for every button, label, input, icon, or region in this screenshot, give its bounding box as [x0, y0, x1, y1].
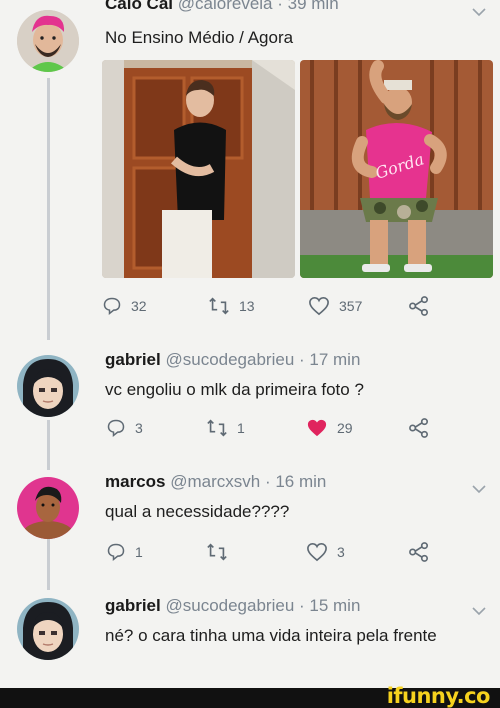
tweet-text: qual a necessidade???? — [105, 502, 290, 521]
display-name[interactable]: marcos — [105, 472, 165, 491]
heart-icon — [307, 542, 327, 562]
timestamp[interactable]: 15 min — [309, 596, 360, 615]
share-icon — [409, 542, 428, 562]
timestamp[interactable]: 17 min — [309, 350, 360, 369]
reply-icon — [103, 297, 121, 316]
reply-count: 3 — [135, 420, 143, 436]
reply-tweet[interactable]: marcos @marcxsvh · 16 min qual a necessi… — [0, 462, 500, 580]
retweet-icon — [207, 419, 227, 437]
reply-count: 1 — [135, 544, 143, 560]
share-icon — [409, 296, 428, 316]
avatar[interactable] — [17, 598, 79, 660]
tweet-text: né? o cara tinha uma vida inteira pela f… — [105, 626, 437, 645]
chevron-down-icon[interactable] — [472, 604, 486, 618]
reply-button[interactable]: 3 — [106, 418, 143, 438]
retweet-icon — [209, 297, 229, 315]
share-button[interactable] — [408, 418, 430, 438]
separator: · — [294, 596, 310, 615]
tweet-text: vc engoliu o mlk da primeira foto ? — [105, 380, 364, 399]
reply-tweet[interactable]: gabriel @sucodegabrieu · 17 min vc engol… — [0, 340, 500, 458]
like-button[interactable]: 29 — [306, 418, 353, 438]
like-button[interactable]: 357 — [308, 296, 362, 316]
tweet-header: Caio Cal @caiorevela · 39 min — [105, 0, 339, 14]
watermark-logo: ifunny.co — [386, 684, 491, 708]
separator: · — [272, 0, 288, 13]
tweet-header: gabriel @sucodegabrieu · 17 min — [105, 350, 360, 370]
tweet-actions: 1 3 — [0, 542, 500, 566]
photo-left[interactable] — [102, 60, 295, 278]
separator: · — [260, 472, 276, 491]
retweet-count: 13 — [239, 298, 255, 314]
username[interactable]: @marcxsvh — [170, 472, 260, 491]
avatar[interactable] — [17, 10, 79, 72]
retweet-button[interactable]: 1 — [206, 418, 245, 438]
tweet-text: No Ensino Médio / Agora — [105, 28, 294, 47]
reply-button[interactable]: 1 — [106, 542, 143, 562]
retweet-button[interactable]: 13 — [208, 296, 255, 316]
reply-tweet[interactable]: gabriel @sucodegabrieu · 15 min né? o ca… — [0, 588, 500, 688]
username[interactable]: @caiorevela — [178, 0, 273, 13]
tweet-actions: 3 1 29 — [0, 418, 500, 442]
display-name[interactable]: gabriel — [105, 350, 161, 369]
like-button[interactable]: 3 — [306, 542, 345, 562]
tweet-main[interactable]: Caio Cal @caiorevela · 39 min No Ensino … — [0, 0, 500, 335]
timestamp[interactable]: 39 min — [288, 0, 339, 13]
avatar[interactable] — [17, 477, 79, 539]
display-name[interactable]: Caio Cal — [105, 0, 173, 13]
chevron-down-icon[interactable] — [472, 5, 486, 19]
tweet-actions: 32 13 357 — [0, 296, 500, 320]
timestamp[interactable]: 16 min — [275, 472, 326, 491]
like-count: 29 — [337, 420, 353, 436]
avatar[interactable] — [17, 355, 79, 417]
reply-count: 32 — [131, 298, 147, 314]
reply-icon — [107, 419, 125, 438]
retweet-button[interactable] — [206, 542, 237, 562]
retweet-icon — [207, 543, 227, 561]
share-icon — [409, 418, 428, 438]
share-button[interactable] — [408, 296, 430, 316]
chevron-down-icon[interactable] — [472, 482, 486, 496]
heart-icon — [309, 296, 329, 316]
separator: · — [294, 350, 310, 369]
tweet-header: gabriel @sucodegabrieu · 15 min — [105, 596, 360, 616]
like-count: 3 — [337, 544, 345, 560]
retweet-count: 1 — [237, 420, 245, 436]
display-name[interactable]: gabriel — [105, 596, 161, 615]
photo-right[interactable]: Gorda — [300, 60, 493, 278]
username[interactable]: @sucodegabrieu — [165, 350, 294, 369]
heart-filled-icon — [307, 419, 327, 437]
reply-icon — [107, 543, 125, 562]
tweet-header: marcos @marcxsvh · 16 min — [105, 472, 326, 492]
like-count: 357 — [339, 298, 363, 314]
username[interactable]: @sucodegabrieu — [165, 596, 294, 615]
share-button[interactable] — [408, 542, 430, 562]
reply-button[interactable]: 32 — [102, 296, 147, 316]
